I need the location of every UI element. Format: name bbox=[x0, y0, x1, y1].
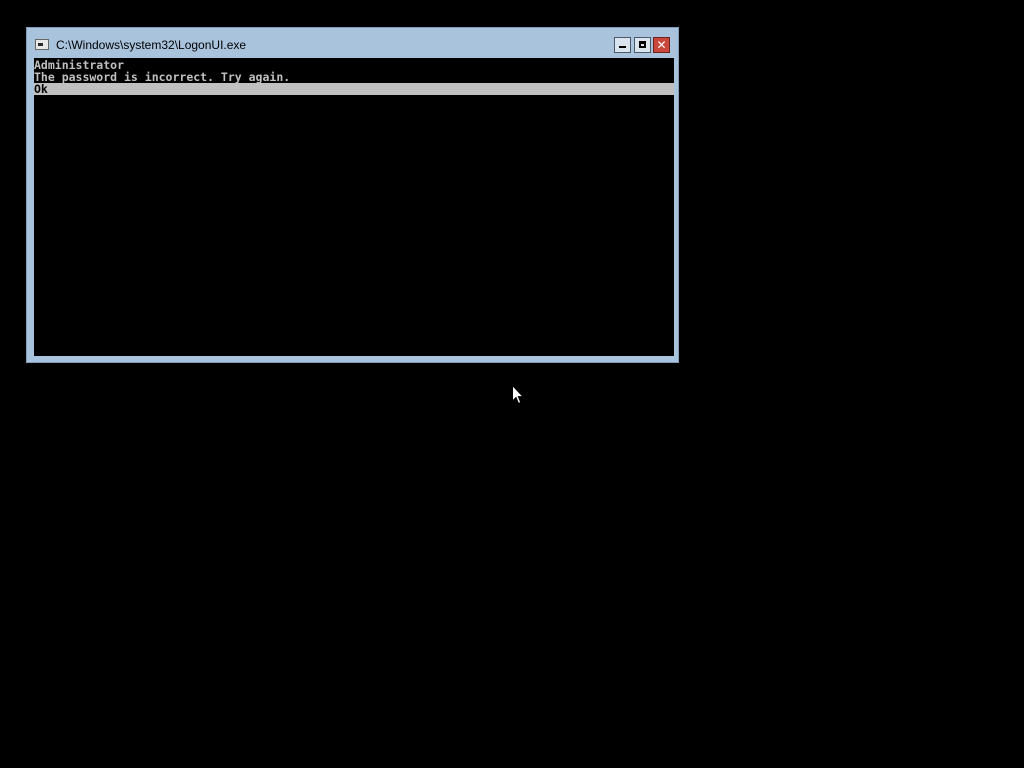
minimize-icon bbox=[619, 46, 626, 48]
logonui-console-window[interactable]: C:\Windows\system32\LogonUI.exe ✕ Admini… bbox=[26, 27, 679, 363]
maximize-button[interactable] bbox=[634, 37, 651, 53]
close-button[interactable]: ✕ bbox=[653, 37, 670, 53]
minimize-button[interactable] bbox=[614, 37, 631, 53]
close-icon: ✕ bbox=[656, 38, 667, 52]
console-line-error-message: The password is incorrect. Try again. bbox=[34, 70, 291, 84]
console-output: Administrator The password is incorrect.… bbox=[34, 58, 674, 356]
ok-option[interactable]: Ok bbox=[34, 83, 674, 95]
window-titlebar[interactable]: C:\Windows\system32\LogonUI.exe ✕ bbox=[27, 28, 678, 58]
maximize-icon bbox=[639, 41, 646, 48]
window-title: C:\Windows\system32\LogonUI.exe bbox=[56, 38, 247, 52]
console-app-icon bbox=[35, 39, 49, 50]
arrow-pointer-icon bbox=[512, 385, 524, 405]
